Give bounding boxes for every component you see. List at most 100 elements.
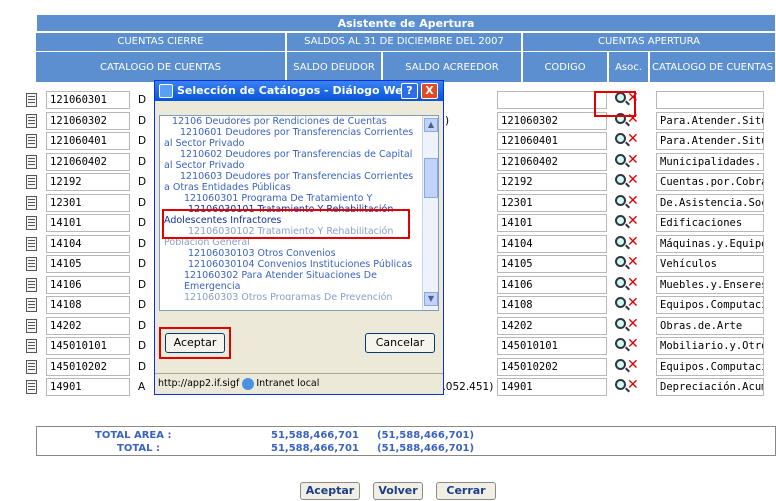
document-icon[interactable]: [26, 134, 37, 148]
document-icon[interactable]: [26, 380, 37, 394]
search-icon[interactable]: [615, 215, 626, 226]
cerrar-button[interactable]: Cerrar: [436, 482, 496, 500]
delete-icon[interactable]: ✕: [627, 152, 639, 168]
scroll-thumb[interactable]: [424, 158, 438, 198]
list-item[interactable]: 12106030103 Otros Convenios: [164, 248, 422, 259]
delete-icon[interactable]: ✕: [627, 295, 639, 311]
codigo-apertura-field[interactable]: 12192: [497, 173, 607, 191]
account-code-field[interactable]: 14901: [46, 378, 130, 396]
catalogo-apertura-field[interactable]: Cuentas.por.Cobra: [656, 173, 764, 191]
document-icon[interactable]: [26, 257, 37, 271]
codigo-apertura-field[interactable]: 14202: [497, 316, 607, 335]
search-icon[interactable]: [615, 235, 626, 247]
search-icon[interactable]: [615, 194, 626, 206]
codigo-apertura-field[interactable]: 14901: [497, 378, 607, 396]
list-item[interactable]: 121060302 Para Atender Situaciones De Em…: [164, 270, 422, 292]
document-icon[interactable]: [26, 113, 37, 128]
delete-icon[interactable]: ✕: [627, 316, 639, 332]
account-code-field[interactable]: 145010202: [46, 357, 130, 376]
codigo-apertura-field[interactable]: 14104: [497, 234, 607, 253]
document-icon[interactable]: [26, 93, 37, 107]
search-icon[interactable]: [615, 338, 626, 349]
catalogo-apertura-field[interactable]: Para.Atender.Situa: [656, 111, 764, 130]
account-code-field[interactable]: 121060401: [46, 132, 130, 150]
catalogo-apertura-field[interactable]: Equipos.Computaci: [656, 357, 764, 376]
account-code-field[interactable]: 12192: [46, 173, 130, 191]
catalogo-apertura-field[interactable]: Muebles.y.Enseres: [656, 275, 764, 294]
list-item[interactable]: 12106030104 Convenios Instituciones Públ…: [164, 259, 422, 270]
aceptar-button[interactable]: Aceptar: [300, 482, 360, 500]
search-icon[interactable]: [615, 358, 626, 370]
search-icon[interactable]: [615, 174, 626, 185]
document-icon[interactable]: [26, 298, 37, 312]
account-code-field[interactable]: 121060301: [46, 91, 130, 109]
list-item[interactable]: 1210603 Deudores por Transferencias Corr…: [164, 171, 422, 193]
account-code-field[interactable]: 14104: [46, 234, 130, 253]
volver-button[interactable]: Volver: [373, 482, 423, 500]
catalogo-apertura-field[interactable]: Depreciación.Acum: [656, 378, 764, 396]
codigo-apertura-field[interactable]: [497, 91, 607, 109]
account-code-field[interactable]: 14106: [46, 275, 130, 294]
document-icon[interactable]: [26, 318, 37, 333]
catalogo-apertura-field[interactable]: Para.Atender.Situa: [656, 132, 764, 150]
document-icon[interactable]: [26, 175, 37, 189]
search-icon[interactable]: [615, 133, 626, 144]
document-icon[interactable]: [26, 216, 37, 230]
codigo-apertura-field[interactable]: 14106: [497, 275, 607, 294]
scroll-up-icon[interactable]: ▲: [424, 118, 438, 132]
codigo-apertura-field[interactable]: 121060401: [497, 132, 607, 150]
document-icon[interactable]: [26, 195, 37, 210]
list-item[interactable]: 121060303 Otros Programas De Prevención: [164, 292, 422, 300]
list-item[interactable]: 12106 Deudores por Rendiciones de Cuenta…: [164, 116, 422, 127]
catalogo-apertura-field[interactable]: Edificaciones: [656, 214, 764, 232]
cancel-button[interactable]: Cancelar: [365, 333, 435, 353]
scroll-down-icon[interactable]: ▼: [424, 292, 438, 306]
catalogo-apertura-field[interactable]: Obras.de.Arte: [656, 316, 764, 335]
catalogo-apertura-field[interactable]: De.Asistencia.Soci: [656, 193, 764, 212]
list-scrollbar[interactable]: ▲ ▼: [422, 116, 438, 310]
search-icon[interactable]: [615, 317, 626, 329]
catalogo-apertura-field[interactable]: Equipos.Computaci: [656, 296, 764, 314]
account-code-field[interactable]: 14108: [46, 296, 130, 314]
codigo-apertura-field[interactable]: 14101: [497, 214, 607, 232]
document-icon[interactable]: [26, 339, 37, 353]
search-icon[interactable]: [615, 297, 626, 308]
document-icon[interactable]: [26, 236, 37, 251]
list-item[interactable]: 1210601 Deudores por Transferencias Corr…: [164, 127, 422, 149]
search-icon[interactable]: [615, 379, 626, 390]
delete-icon[interactable]: ✕: [627, 213, 639, 229]
delete-icon[interactable]: ✕: [627, 357, 639, 373]
document-icon[interactable]: [26, 277, 37, 292]
account-code-field[interactable]: 14202: [46, 316, 130, 335]
codigo-apertura-field[interactable]: 145010101: [497, 337, 607, 355]
account-code-field[interactable]: 12301: [46, 193, 130, 212]
search-icon[interactable]: [615, 153, 626, 165]
help-button[interactable]: ?: [401, 83, 418, 99]
delete-icon[interactable]: ✕: [627, 254, 639, 270]
codigo-apertura-field[interactable]: 121060402: [497, 152, 607, 171]
codigo-apertura-field[interactable]: 12301: [497, 193, 607, 212]
catalogo-apertura-field[interactable]: Municipalidades.-.P: [656, 152, 764, 171]
list-item[interactable]: 121060301 Programa De Tratamiento Y Reha…: [164, 193, 422, 202]
codigo-apertura-field[interactable]: 145010202: [497, 357, 607, 376]
list-item[interactable]: 1210602 Deudores por Transferencias de C…: [164, 149, 422, 171]
account-code-field[interactable]: 14105: [46, 255, 130, 273]
account-code-field[interactable]: 121060302: [46, 111, 130, 130]
codigo-apertura-field[interactable]: 14105: [497, 255, 607, 273]
catalogo-apertura-field[interactable]: Mobiliario.y.Otros: [656, 337, 764, 355]
account-code-field[interactable]: 145010101: [46, 337, 130, 355]
search-icon[interactable]: [615, 256, 626, 267]
document-icon[interactable]: [26, 154, 37, 169]
delete-icon[interactable]: ✕: [627, 131, 639, 147]
account-code-field[interactable]: 121060402: [46, 152, 130, 171]
catalogo-apertura-field[interactable]: Vehículos: [656, 255, 764, 273]
delete-icon[interactable]: ✕: [627, 234, 639, 250]
codigo-apertura-field[interactable]: 121060302: [497, 111, 607, 130]
delete-icon[interactable]: ✕: [627, 193, 639, 209]
delete-icon[interactable]: ✕: [627, 336, 639, 352]
document-icon[interactable]: [26, 359, 37, 374]
delete-icon[interactable]: ✕: [627, 377, 639, 393]
catalogo-apertura-field[interactable]: [656, 91, 764, 109]
catalogo-apertura-field[interactable]: Máquinas.y.Equipo:: [656, 234, 764, 253]
close-button[interactable]: X: [421, 83, 438, 99]
